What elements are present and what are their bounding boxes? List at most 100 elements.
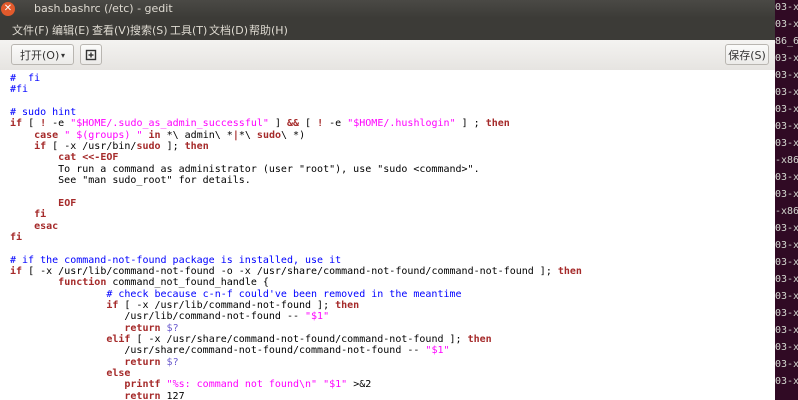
code-token: /usr/share/command-not-found/command-not… (10, 345, 426, 357)
code-line: fi (10, 232, 22, 243)
terminal-fragment: 03-x (775, 104, 798, 115)
code-token: [ (22, 118, 41, 130)
code-line: See "man sudo_root" for details. (10, 175, 251, 186)
code-token: then (335, 300, 360, 311)
code-line: function command_not_found_handle { (10, 277, 269, 288)
code-token: EOF (58, 197, 77, 209)
code-token: [ -x /usr/lib/command-not-found -o -x /u… (22, 265, 558, 277)
gedit-window: ✕ bash.bashrc (/etc) - gedit 文件(F) 编辑(E)… (0, 0, 775, 400)
code-token: if (10, 265, 23, 277)
code-line: /usr/lib/command-not-found -- "$1" (10, 311, 329, 322)
terminal-fragment: 03-x (775, 257, 798, 268)
code-token: # check because c-n-f could've been remo… (106, 288, 462, 300)
code-token: return (124, 356, 161, 368)
code-token: " $(groups) " (64, 129, 143, 141)
code-token: fi (34, 209, 47, 221)
code-line: else (10, 368, 130, 379)
terminal-fragment: 03-x (775, 121, 798, 132)
chevron-down-icon: ▾ (61, 51, 66, 60)
code-token: $? (166, 322, 179, 334)
title-bar: ✕ bash.bashrc (/etc) - gedit (0, 0, 775, 18)
code-line: EOF (10, 198, 76, 209)
menu-tools[interactable]: 工具(T) (170, 22, 207, 38)
code-token: then (485, 118, 510, 130)
code-token: ] ; (455, 118, 486, 130)
code-line: # sudo hint (10, 107, 76, 118)
toolbar: 打开(O) ▾ 保存(S) (0, 40, 775, 71)
code-token: -e (323, 118, 348, 130)
terminal-fragment: 03-x (775, 223, 798, 234)
code-line: case " $(groups) " in *\ admin\ *|*\ sud… (10, 130, 305, 141)
open-button[interactable]: 打开(O) ▾ (11, 44, 74, 65)
terminal-fragment: 86_6 (775, 36, 798, 47)
code-token: <<-EOF (82, 152, 119, 164)
code-token: sudo (136, 141, 161, 153)
code-token: then (184, 141, 209, 153)
new-document-button[interactable] (80, 44, 102, 65)
open-button-label: 打开(O) (20, 49, 60, 62)
code-token: then (467, 334, 492, 346)
code-token: function (58, 277, 107, 289)
terminal-fragment: 03-x (775, 325, 798, 336)
menu-file[interactable]: 文件(F) (12, 22, 49, 38)
terminal-fragment: 03-x (775, 189, 798, 200)
menu-view[interactable]: 查看(V) (92, 22, 130, 38)
code-line: #fi (10, 84, 28, 95)
code-line: if [ ! -e "$HOME/.sudo_as_admin_successf… (10, 118, 510, 129)
text-editor[interactable]: # fi #fi # sudo hint if [ ! -e "$HOME/.sudo… (0, 70, 775, 400)
menu-help[interactable]: 帮助(H) (249, 22, 288, 38)
menu-edit[interactable]: 编辑(E) (52, 22, 90, 38)
code-token: [ -x /usr/share/command-not-found/comman… (130, 334, 468, 346)
code-line: # if the command-not-found package is in… (10, 255, 341, 266)
code-token: [ -x /usr/lib/command-not-found ]; (118, 300, 336, 311)
code-token: To run a command as administrator (user … (10, 163, 480, 175)
code-token: "$HOME/.hushlogin" (347, 118, 456, 130)
code-token: then (557, 265, 582, 277)
code-line: if [ -x /usr/lib/command-not-found -o -x… (10, 266, 582, 277)
save-button[interactable]: 保存(S) (725, 44, 769, 65)
menu-bar: 文件(F) 编辑(E) 查看(V) 搜索(S) 工具(T) 文档(D) 帮助(H… (0, 18, 775, 40)
terminal-fragment: 03-x (775, 342, 798, 353)
code-token: 127 (160, 390, 185, 400)
code-token: if (10, 118, 23, 130)
code-token: # fi (10, 73, 41, 84)
code-token: # sudo hint (10, 107, 77, 119)
code-line: printf "%s: command not found\n" "$1" >&… (10, 379, 371, 390)
menu-documents[interactable]: 文档(D) (209, 22, 248, 38)
menu-search[interactable]: 搜索(S) (130, 22, 168, 38)
code-token: /usr/lib/command-not-found -- (10, 311, 306, 323)
code-line: To run a command as administrator (user … (10, 163, 480, 175)
code-token: *\ (238, 129, 257, 141)
code-line: elif [ -x /usr/share/command-not-found/c… (10, 334, 492, 346)
terminal-fragment: 03-x (775, 2, 798, 13)
terminal-fragment: 03-x (775, 376, 798, 387)
code-token: \ *) (281, 129, 306, 141)
code-token: return (124, 322, 161, 334)
code-line: cat <<-EOF (10, 152, 118, 163)
terminal-fragment: 03-x (775, 274, 798, 285)
code-token: "$HOME/.sudo_as_admin_successful" (70, 118, 269, 130)
code-token: #fi (10, 84, 29, 96)
background-terminal-right: 03-x 03-x 86_6 03-x 03-x 03-x 03-x 03-x 03-x -x86… (773, 0, 798, 400)
code-token: esac (34, 220, 59, 232)
code-line: # check because c-n-f could've been remo… (10, 288, 462, 300)
terminal-fragment: 03-x (775, 291, 798, 302)
terminal-fragment: 03-x (775, 87, 798, 98)
terminal-fragment: -x86 (775, 155, 798, 166)
code-line: /usr/share/command-not-found/command-not… (10, 345, 449, 357)
close-icon[interactable]: ✕ (1, 2, 15, 16)
code-token: >&2 (347, 379, 372, 391)
code-token: "$1" (305, 311, 330, 323)
